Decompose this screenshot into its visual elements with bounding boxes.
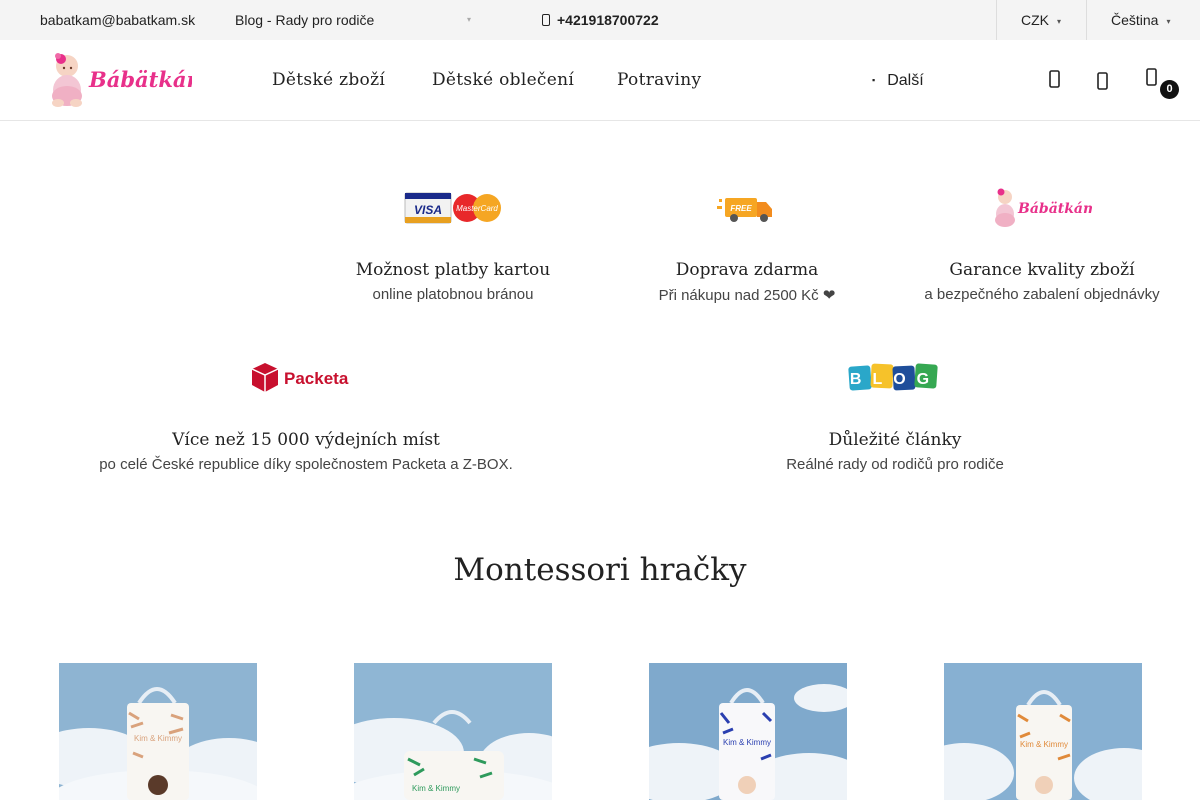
blog-text: BLOG — [850, 371, 940, 388]
benefit-card-quality: Bábätkám Garance kvality zboží a bezpečn… — [910, 186, 1174, 303]
blog-link[interactable]: Blog - Rady pro rodiče — [235, 0, 374, 40]
currency-label: CZK — [1021, 12, 1049, 28]
product-image: Kim & Kimmy — [59, 663, 257, 800]
phone-link[interactable]: +421918700722 — [542, 0, 659, 40]
product-card[interactable]: Kim & Kimmy — [59, 663, 257, 800]
visa-mastercard-icon: VISA MasterCard — [404, 192, 501, 224]
phone-number: +421918700722 — [557, 12, 659, 28]
free-delivery-truck-icon: FREE — [717, 198, 772, 222]
chevron-down-icon: ▾ — [1166, 17, 1171, 26]
benefit-card-delivery: FREE Doprava zdarma Při nákupu nad 2500 … — [635, 186, 859, 304]
benefit-title: Důležité články — [828, 430, 962, 450]
packeta-icon: Packeta — [251, 363, 349, 392]
benefit-subtitle: Při nákupu nad 2500 Kč ❤ — [658, 287, 836, 304]
benefit-card-blog: BLOG Důležité články Reálné rady od rodi… — [750, 356, 1040, 473]
nav-detske-zbozi[interactable]: Dětské zboží — [272, 40, 385, 120]
product-card[interactable]: Kim & Kimmy — [944, 663, 1142, 800]
benefit-title: Garance kvality zboží — [949, 260, 1135, 280]
logo-text: Bábätkám — [88, 67, 192, 92]
site-logo[interactable]: Bábätkám — [50, 51, 192, 109]
user-icon[interactable] — [1093, 70, 1113, 90]
nav-more-label: Další — [887, 72, 924, 89]
search-icon[interactable] — [1045, 70, 1065, 90]
product-image: Kim & Kimmy — [354, 663, 552, 800]
packeta-text: Packeta — [284, 369, 349, 388]
product-brand: Kim & Kimmy — [723, 738, 771, 747]
product-brand: Kim & Kimmy — [134, 734, 182, 743]
language-label: Čeština — [1111, 12, 1159, 28]
product-card[interactable]: Kim & Kimmy — [649, 663, 847, 800]
benefit-title: Možnost platby kartou — [355, 260, 551, 280]
benefit-subtitle: Reálné rady od rodičů pro rodiče — [786, 456, 1004, 473]
product-brand: Kim & Kimmy — [1020, 740, 1068, 749]
benefit-card-pickup: Packeta Více než 15 000 výdejních míst p… — [80, 356, 532, 473]
email-link[interactable]: babatkam@babatkam.sk — [40, 0, 195, 40]
nav-more-button[interactable]: ▪ Další — [872, 40, 924, 120]
cart-icon[interactable] — [1142, 68, 1162, 88]
nav-potraviny[interactable]: Potraviny — [617, 40, 701, 120]
section-title: Montessori hračky — [453, 552, 747, 588]
divider — [996, 0, 997, 42]
product-card[interactable]: Kim & Kimmy — [354, 663, 552, 800]
product-image: Kim & Kimmy — [944, 663, 1142, 800]
currency-select[interactable]: CZK ▾ — [1021, 0, 1061, 40]
nav-detske-obleceni[interactable]: Dětské oblečení — [432, 40, 574, 120]
phone-icon — [542, 14, 550, 26]
mastercard-text: MasterCard — [456, 204, 498, 213]
benefit-subtitle: a bezpečného zabalení objednávky — [924, 286, 1160, 303]
benefit-subtitle: po celé České republice díky společnoste… — [99, 456, 513, 473]
divider — [1086, 0, 1087, 42]
blog-icon: BLOG — [848, 363, 940, 391]
logo-text: Bábätkám — [1017, 201, 1092, 217]
visa-text: VISA — [414, 203, 442, 217]
chevron-down-icon: ▾ — [1057, 17, 1062, 26]
cart-count-badge: 0 — [1160, 80, 1179, 99]
free-text: FREE — [730, 204, 752, 213]
benefit-title: Více než 15 000 výdejních míst — [172, 430, 440, 450]
chevron-down-icon: ▾ — [467, 15, 472, 24]
product-brand: Kim & Kimmy — [412, 784, 460, 793]
benefit-subtitle: online platobnou bránou — [372, 286, 534, 303]
top-bar: babatkam@babatkam.sk Blog - Rady pro rod… — [0, 0, 1200, 42]
menu-icon: ▪ — [872, 75, 876, 85]
product-image: Kim & Kimmy — [649, 663, 847, 800]
benefit-title: Doprava zdarma — [675, 260, 819, 280]
babatkam-logo-icon: Bábätkám — [995, 188, 1092, 227]
main-header: Bábätkám Dětské zboží Dětské oblečení Po… — [0, 40, 1200, 121]
language-select[interactable]: Čeština ▾ — [1111, 0, 1170, 40]
benefit-card-payment: VISA MasterCard Možnost platby kartou on… — [340, 186, 566, 303]
